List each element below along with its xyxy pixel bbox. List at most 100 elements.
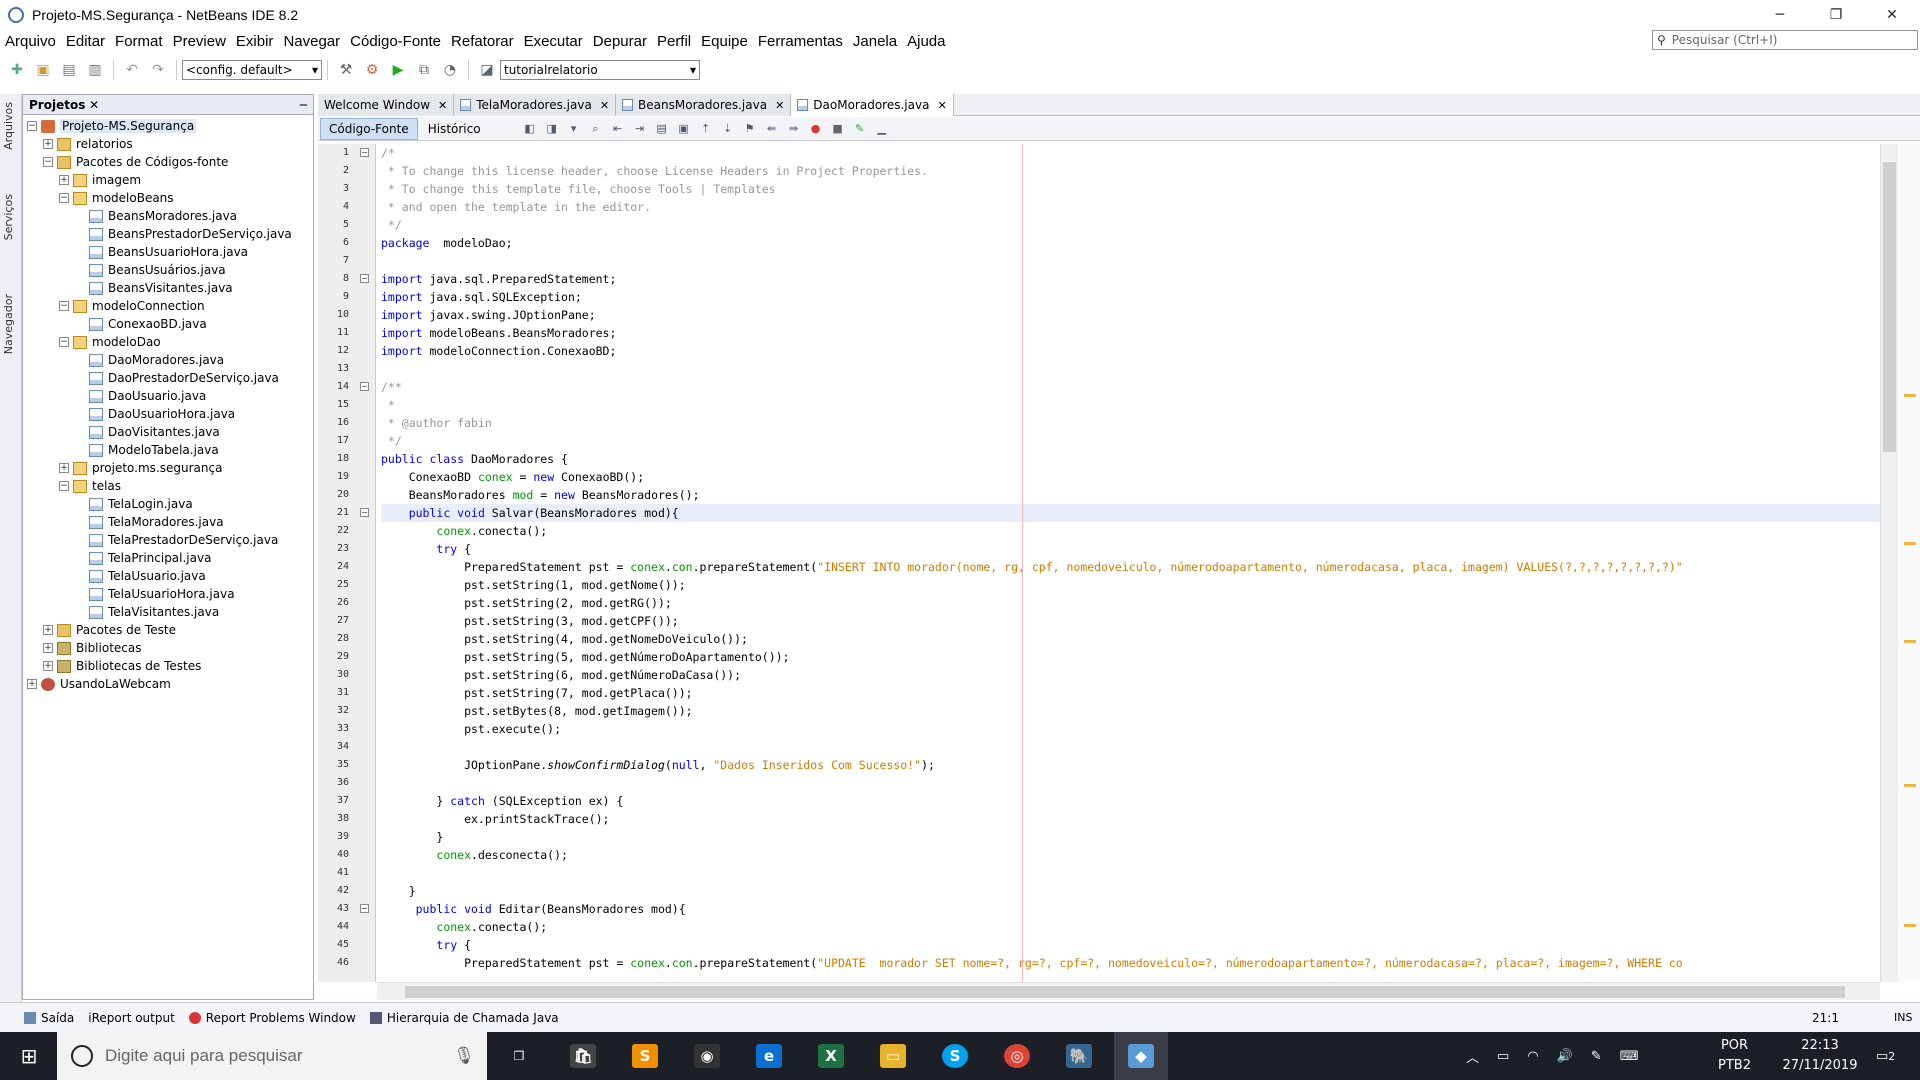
build-icon[interactable]: ⚒ xyxy=(335,59,357,81)
menu-5[interactable]: Navegar xyxy=(278,33,345,50)
pen-icon[interactable]: ✎ xyxy=(1591,1049,1602,1064)
editor-tab[interactable]: DaoMoradores.java ✕ xyxy=(791,94,954,116)
tree-node[interactable]: BeansPrestadorDeServiço.java xyxy=(75,225,292,243)
close-icon[interactable]: ✕ xyxy=(937,99,946,112)
comment-icon[interactable]: ✎ xyxy=(851,121,869,137)
menu-1[interactable]: Editar xyxy=(61,33,110,50)
open-project-icon[interactable]: ▤ xyxy=(58,59,80,81)
close-icon[interactable]: ✕ xyxy=(89,98,99,112)
tree-node[interactable]: + UsandoLaWebcam xyxy=(27,675,171,693)
close-button[interactable]: ✕ xyxy=(1864,0,1920,30)
close-icon[interactable]: ✕ xyxy=(438,99,447,112)
microphone-icon[interactable]: 🎙 xyxy=(453,1046,475,1066)
menu-8[interactable]: Executar xyxy=(519,33,588,50)
shift-right-icon[interactable]: ⇛ xyxy=(785,121,803,137)
search-input[interactable]: Pesquisar (Ctrl+I) xyxy=(1672,33,1778,47)
back-icon[interactable]: ◧ xyxy=(521,121,539,137)
fold-icon[interactable]: − xyxy=(360,508,369,517)
restore-button[interactable]: ❐ xyxy=(1808,0,1864,30)
tree-node[interactable]: TelaPrestadorDeServiço.java xyxy=(75,531,278,549)
expand-icon[interactable]: + xyxy=(59,175,69,185)
report-problems-tab[interactable]: Report Problems Window xyxy=(188,1011,356,1025)
menu-3[interactable]: Preview xyxy=(168,33,231,50)
tree-node[interactable]: TelaLogin.java xyxy=(75,495,193,513)
toggle-bookmark-icon[interactable]: ⚑ xyxy=(741,121,759,137)
save-all-icon[interactable]: ▥ xyxy=(84,59,106,81)
menu-13[interactable]: Janela xyxy=(848,33,902,50)
language-indicator[interactable]: POR PTB2 xyxy=(1718,1032,1751,1080)
postgres-app[interactable]: 🐘 xyxy=(1052,1032,1106,1080)
keyboard-icon[interactable]: ⌨ xyxy=(1620,1049,1639,1064)
tree-node[interactable]: + Bibliotecas de Testes xyxy=(43,657,201,675)
tree-node[interactable]: DaoUsuarioHora.java xyxy=(75,405,235,423)
error-stripe[interactable] xyxy=(1898,144,1920,982)
task-view-button[interactable]: ❐ xyxy=(492,1032,546,1080)
call-hierarchy-tab[interactable]: Hierarquia de Chamada Java xyxy=(369,1011,559,1025)
scroll-thumb[interactable] xyxy=(405,986,1845,998)
vertical-scrollbar[interactable] xyxy=(1880,144,1898,982)
ireport-icon[interactable]: ◪ xyxy=(476,59,498,81)
toggle-selection-icon[interactable]: ▣ xyxy=(675,121,693,137)
next-bookmark-icon[interactable]: ⇣ xyxy=(719,121,737,137)
taskbar-search[interactable]: Digite aqui para pesquisar 🎙 xyxy=(57,1032,487,1080)
collapse-icon[interactable]: − xyxy=(27,121,37,131)
close-icon[interactable]: ✕ xyxy=(775,99,784,112)
expand-icon[interactable]: + xyxy=(43,625,53,635)
menu-11[interactable]: Equipe xyxy=(696,33,753,50)
tab-source[interactable]: Código-Fonte xyxy=(320,117,418,140)
collapse-icon[interactable]: − xyxy=(43,157,53,167)
collapse-icon[interactable]: − xyxy=(59,481,69,491)
tree-node[interactable]: + imagem xyxy=(59,171,141,189)
expand-icon[interactable]: + xyxy=(43,643,53,653)
edge-app[interactable]: e xyxy=(742,1032,796,1080)
tree-node[interactable]: + Pacotes de Teste xyxy=(43,621,176,639)
fold-icon[interactable]: − xyxy=(360,274,369,283)
menu-9[interactable]: Depurar xyxy=(588,33,652,50)
tree-node[interactable]: TelaUsuario.java xyxy=(75,567,206,585)
expand-icon[interactable]: + xyxy=(59,463,69,473)
side-tab-files[interactable]: Arquivos xyxy=(2,102,15,150)
collapse-icon[interactable]: − xyxy=(59,301,69,311)
tree-node[interactable]: BeansUsuários.java xyxy=(75,261,226,279)
tray-icons[interactable]: ︿ ▭ ◠ 🔊 ✎ ⌨ xyxy=(1466,1032,1655,1080)
horizontal-scrollbar[interactable] xyxy=(377,982,1880,1000)
start-button[interactable]: ⊞ xyxy=(2,1032,56,1080)
highlight-icon[interactable]: ▤ xyxy=(653,121,671,137)
menu-7[interactable]: Refatorar xyxy=(446,33,519,50)
camera-app[interactable]: ◉ xyxy=(680,1032,734,1080)
redo-icon[interactable]: ↷ xyxy=(147,59,169,81)
tree-node[interactable]: + Bibliotecas xyxy=(43,639,141,657)
config-select[interactable]: <config. default> ▾ xyxy=(182,60,322,80)
search-box[interactable]: ⚲ Pesquisar (Ctrl+I) xyxy=(1652,30,1918,50)
expand-icon[interactable]: + xyxy=(43,139,53,149)
find-prev-icon[interactable]: ⇤ xyxy=(609,121,627,137)
code-editor[interactable]: /* * To change this license header, choo… xyxy=(377,144,1880,982)
debug-icon[interactable]: ⧉ xyxy=(413,59,435,81)
excel-app[interactable]: X xyxy=(804,1032,858,1080)
uncomment-icon[interactable]: ▁ xyxy=(873,121,891,137)
volume-icon[interactable]: 🔊 xyxy=(1557,1049,1573,1064)
chrome-app[interactable]: ◎ xyxy=(990,1032,1044,1080)
clock[interactable]: 22:13 27/11/2019 xyxy=(1780,1032,1860,1080)
taskbar-search-input[interactable]: Digite aqui para pesquisar xyxy=(105,1046,303,1066)
menu-12[interactable]: Ferramentas xyxy=(753,33,848,50)
side-tab-navigator[interactable]: Navegador xyxy=(2,294,15,354)
fold-icon[interactable]: − xyxy=(360,148,369,157)
editor-tab[interactable]: Welcome Window ✕ xyxy=(318,94,455,116)
ireport-output-tab[interactable]: iReport output xyxy=(88,1011,175,1025)
profile-icon[interactable]: ◔ xyxy=(439,59,461,81)
sublime-app[interactable]: S xyxy=(618,1032,672,1080)
new-project-icon[interactable]: ▣ xyxy=(32,59,54,81)
menu-4[interactable]: Exibir xyxy=(231,33,279,50)
last-edit-icon[interactable]: ▾ xyxy=(565,121,583,137)
tree-node[interactable]: ModeloTabela.java xyxy=(75,441,219,459)
close-icon[interactable]: ✕ xyxy=(600,99,609,112)
tree-node[interactable]: − modeloDao xyxy=(59,333,161,351)
tree-node[interactable]: − Pacotes de Códigos-fonte xyxy=(43,153,228,171)
tree-node[interactable]: BeansVisitantes.java xyxy=(75,279,233,297)
tree-node[interactable]: DaoUsuario.java xyxy=(75,387,206,405)
expand-icon[interactable]: + xyxy=(27,679,37,689)
side-tab-services[interactable]: Serviços xyxy=(2,194,15,240)
chevron-up-icon[interactable]: ︿ xyxy=(1466,1047,1479,1066)
minimize-panel-icon[interactable]: ─ xyxy=(300,98,307,112)
